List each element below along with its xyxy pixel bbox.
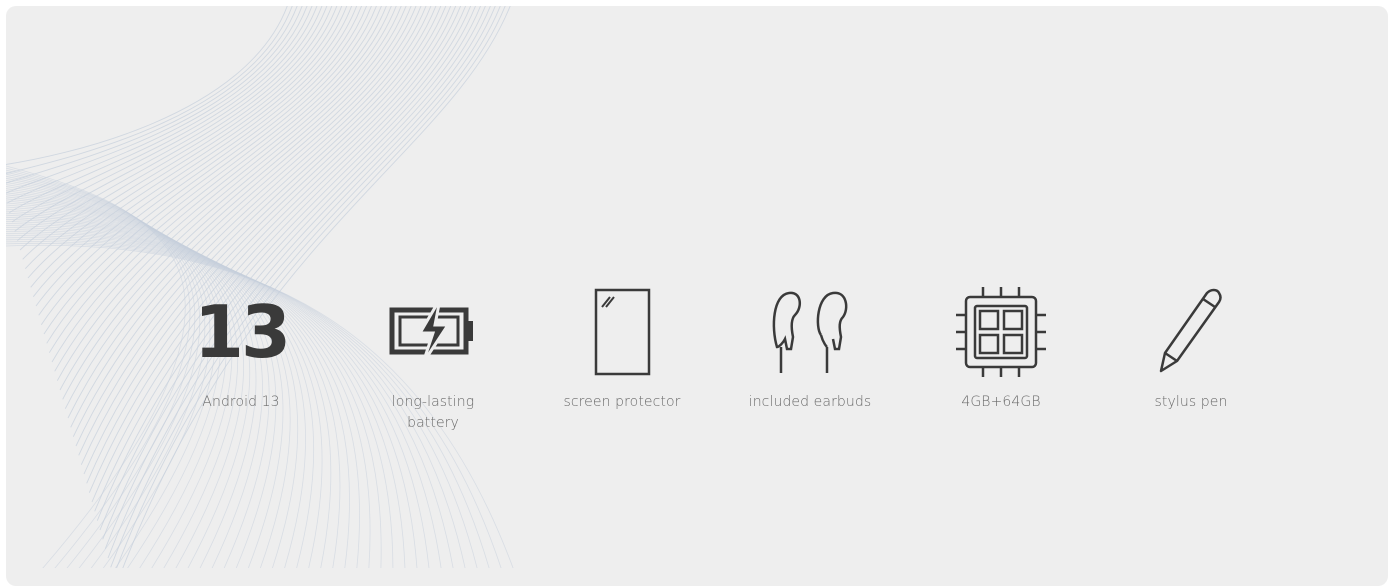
wave-line [14,6,323,232]
feature-stylus: stylus pen [1121,284,1261,413]
feature-label-memory: 4GB+64GB [961,394,1041,410]
feature-label-screen-protector: screen protector [563,394,681,410]
feature-label-stylus: stylus pen [1154,394,1228,410]
battery-icon [363,284,503,380]
feature-label-earbuds: included earbuds [748,394,872,410]
feature-label-battery: long-lasting battery [391,394,475,431]
feature-label-android: Android 13 [202,394,280,410]
android-version-number: 13 [193,290,291,374]
android-13-badge: 13 [171,284,311,380]
earbuds-icon [740,284,880,380]
wave-line [22,6,338,260]
wave-line [11,6,318,223]
feature-earbuds: included earbuds [740,284,880,413]
wave-line [6,6,308,204]
screen-protector-icon [552,284,692,380]
feature-android: 13 Android 13 [171,284,311,413]
feature-screen-protector: screen protector [552,284,692,413]
features-panel: 13 Android 13 long-lasting battery scree… [6,6,1388,586]
wave-line [6,6,303,194]
chip-icon [931,284,1071,380]
feature-battery: long-lasting battery [363,284,503,434]
wave-line [6,6,288,165]
feature-memory: 4GB+64GB [931,284,1071,413]
pencil-icon [1121,284,1261,380]
